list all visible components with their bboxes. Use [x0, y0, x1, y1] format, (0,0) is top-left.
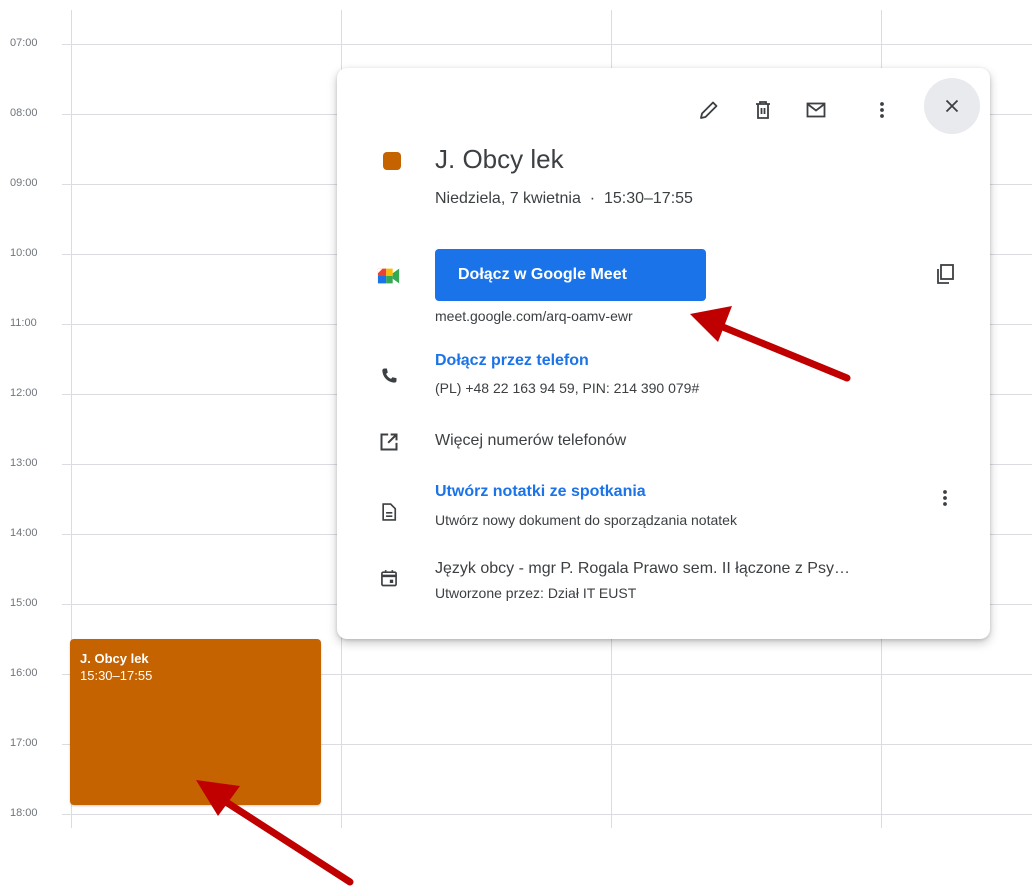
- event-details-popup: J. Obcy lek Niedziela, 7 kwietnia · 15:3…: [337, 68, 990, 639]
- time-label: 15:00: [10, 597, 38, 609]
- event-datetime: Niedziela, 7 kwietnia · 15:30–17:55: [435, 190, 693, 207]
- more-vert-icon: [880, 102, 884, 118]
- email-guests-button[interactable]: [796, 90, 836, 130]
- close-icon: [945, 99, 959, 113]
- google-meet-icon: [377, 264, 401, 288]
- meeting-notes-subtitle: Utwórz nowy dokument do sporządzania not…: [435, 512, 737, 528]
- phone-details: (PL) +48 22 163 94 59, PIN: 214 390 079#: [435, 380, 700, 396]
- join-google-meet-button[interactable]: Dołącz w Google Meet: [435, 249, 706, 301]
- time-label: 08:00: [10, 107, 38, 119]
- event-title: J. Obcy lek: [435, 144, 564, 174]
- document-icon: [377, 500, 401, 524]
- time-label: 09:00: [10, 177, 38, 189]
- more-phone-numbers-link[interactable]: Więcej numerów telefonów: [435, 432, 626, 450]
- time-label: 07:00: [10, 37, 38, 49]
- copy-meet-link-button[interactable]: [925, 254, 965, 294]
- trash-icon: [756, 101, 770, 119]
- time-label: 16:00: [10, 667, 38, 679]
- time-label: 10:00: [10, 247, 38, 259]
- event-block-title: J. Obcy lek: [80, 651, 149, 666]
- hour-gridline: [62, 44, 1032, 45]
- time-label: 12:00: [10, 387, 38, 399]
- open-in-new-icon: [377, 430, 401, 454]
- mail-icon: [806, 102, 826, 118]
- time-label: 17:00: [10, 737, 38, 749]
- create-meeting-notes-link[interactable]: Utwórz notatki ze spotkania: [435, 483, 646, 501]
- close-button[interactable]: [924, 78, 980, 134]
- time-label: 14:00: [10, 527, 38, 539]
- calendar-name: Język obcy - mgr P. Rogala Prawo sem. II…: [435, 560, 850, 577]
- event-color-swatch: [383, 152, 401, 170]
- calendar-icon: [377, 566, 401, 590]
- created-by: Utworzone przez: Dział IT EUST: [435, 585, 637, 601]
- copy-icon: [937, 264, 954, 284]
- time-label: 18:00: [10, 807, 38, 819]
- more-options-button[interactable]: [862, 90, 902, 130]
- hour-gridline: [62, 814, 1032, 815]
- event-block[interactable]: J. Obcy lek 15:30–17:55: [70, 639, 321, 805]
- edit-button[interactable]: [689, 90, 729, 130]
- more-vert-icon: [943, 490, 947, 506]
- meet-url[interactable]: meet.google.com/arq-oamv-ewr: [435, 308, 633, 324]
- join-by-phone-link[interactable]: Dołącz przez telefon: [435, 352, 589, 370]
- pencil-icon: [700, 101, 718, 119]
- delete-button[interactable]: [743, 90, 783, 130]
- event-block-time: 15:30–17:55: [80, 668, 153, 683]
- notes-more-options-button[interactable]: [925, 478, 965, 518]
- phone-icon: [377, 364, 401, 388]
- time-label: 13:00: [10, 457, 38, 469]
- time-label: 11:00: [10, 317, 37, 329]
